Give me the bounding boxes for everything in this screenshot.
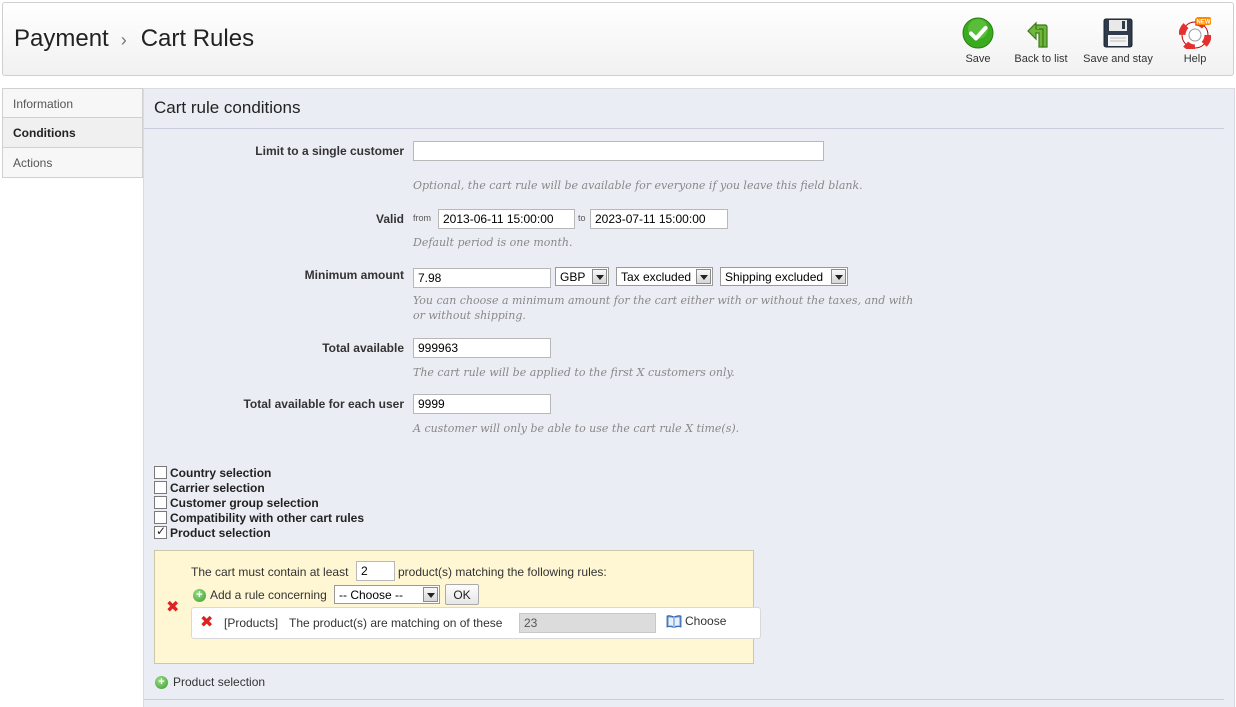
tax-select[interactable]: Tax excluded bbox=[616, 267, 713, 286]
page-header: Payment › Cart Rules Save Back to list S… bbox=[2, 2, 1234, 76]
minimum-amount-input[interactable] bbox=[413, 268, 551, 288]
customer-group-checkbox[interactable] bbox=[154, 496, 167, 509]
choose-label: Choose bbox=[685, 614, 727, 628]
product-rule-row: ✖ [Products] The product(s) are matching… bbox=[191, 607, 761, 639]
conditions-panel: Cart rule conditions Limit to a single c… bbox=[143, 88, 1235, 707]
tab-information[interactable]: Information bbox=[2, 88, 143, 118]
valid-from-label: from bbox=[413, 213, 431, 223]
remove-rule-group-icon[interactable]: ✖ bbox=[166, 600, 179, 616]
compatibility-checkbox-row[interactable]: Compatibility with other cart rules bbox=[154, 510, 364, 525]
sidebar-tabs: Information Conditions Actions bbox=[2, 88, 143, 178]
help-label: Help bbox=[1183, 53, 1207, 65]
divider bbox=[144, 699, 1224, 700]
tab-actions[interactable]: Actions bbox=[2, 148, 143, 178]
breadcrumb-separator-icon: › bbox=[120, 29, 127, 50]
tax-value: Tax excluded bbox=[621, 270, 692, 284]
limit-customer-input[interactable] bbox=[413, 141, 824, 161]
valid-to-label: to bbox=[578, 213, 586, 223]
total-per-user-input[interactable] bbox=[413, 394, 551, 414]
add-product-selection-label: Product selection bbox=[173, 675, 266, 689]
rule-type-value: -- Choose -- bbox=[339, 588, 404, 602]
add-rule-icon[interactable]: + bbox=[193, 589, 206, 602]
panel-title: Cart rule conditions bbox=[154, 98, 301, 117]
limit-customer-label: Limit to a single customer bbox=[255, 144, 404, 158]
compatibility-checkbox[interactable] bbox=[154, 511, 167, 524]
shipping-value: Shipping excluded bbox=[725, 270, 824, 284]
product-quantity-input[interactable] bbox=[356, 561, 395, 581]
page-title: Cart Rules bbox=[140, 25, 255, 52]
minimum-amount-hint-2: or without shipping. bbox=[413, 309, 526, 322]
valid-from-input[interactable] bbox=[438, 209, 575, 229]
currency-select[interactable]: GBP bbox=[555, 267, 609, 286]
breadcrumb-parent[interactable]: Payment bbox=[14, 25, 109, 53]
save-and-stay-button[interactable]: Save and stay bbox=[1082, 17, 1154, 65]
carrier-selection-checkbox-row[interactable]: Carrier selection bbox=[154, 480, 265, 495]
rule-values-input[interactable] bbox=[519, 613, 656, 633]
carrier-selection-label: Carrier selection bbox=[170, 480, 265, 495]
matching-text: product(s) matching the following rules: bbox=[398, 565, 607, 579]
carrier-selection-checkbox[interactable] bbox=[154, 481, 167, 494]
back-to-list-button[interactable]: Back to list bbox=[1013, 17, 1069, 65]
total-per-user-label: Total available for each user bbox=[243, 397, 404, 411]
product-selection-label: Product selection bbox=[170, 525, 271, 540]
book-icon bbox=[666, 614, 682, 628]
save-check-icon bbox=[962, 17, 994, 49]
valid-to-input[interactable] bbox=[590, 209, 728, 229]
shipping-select[interactable]: Shipping excluded bbox=[720, 267, 848, 286]
customer-group-checkbox-row[interactable]: Customer group selection bbox=[154, 495, 319, 510]
product-selection-checkbox-row[interactable]: Product selection bbox=[154, 524, 271, 540]
floppy-disk-icon bbox=[1102, 17, 1134, 49]
tab-conditions[interactable]: Conditions bbox=[2, 118, 143, 148]
valid-hint: Default period is one month. bbox=[413, 236, 573, 249]
rule-type-select[interactable]: -- Choose -- bbox=[334, 585, 440, 604]
add-rule-label: Add a rule concerning bbox=[210, 588, 327, 602]
chevron-down-icon bbox=[831, 269, 846, 284]
limit-customer-hint: Optional, the cart rule will be availabl… bbox=[413, 179, 863, 192]
rule-description: The product(s) are matching on of these bbox=[289, 616, 503, 630]
breadcrumb: Payment › Cart Rules bbox=[14, 25, 254, 53]
new-badge: NEW bbox=[1197, 20, 1211, 26]
country-selection-checkbox[interactable] bbox=[154, 466, 167, 479]
back-label: Back to list bbox=[1014, 53, 1068, 65]
total-available-input[interactable] bbox=[413, 338, 551, 358]
remove-rule-icon[interactable]: ✖ bbox=[200, 615, 213, 631]
add-product-selection-icon: + bbox=[155, 675, 168, 689]
save-and-stay-label: Save and stay bbox=[1083, 53, 1153, 65]
customer-group-label: Customer group selection bbox=[170, 495, 319, 510]
must-contain-text: The cart must contain at least bbox=[191, 565, 349, 579]
rule-type-tag: [Products] bbox=[224, 616, 279, 630]
chevron-down-icon bbox=[696, 269, 711, 284]
ok-button[interactable]: OK bbox=[445, 584, 479, 605]
currency-value: GBP bbox=[560, 270, 586, 284]
total-available-hint: The cart rule will be applied to the fir… bbox=[413, 366, 735, 379]
compatibility-label: Compatibility with other cart rules bbox=[170, 510, 365, 525]
divider bbox=[144, 128, 1224, 129]
valid-label: Valid bbox=[375, 212, 404, 226]
back-arrow-icon bbox=[1025, 17, 1057, 49]
help-button[interactable]: NEW Help bbox=[1177, 17, 1213, 65]
save-label: Save bbox=[965, 53, 991, 65]
country-selection-checkbox-row[interactable]: Country selection bbox=[154, 465, 271, 480]
minimum-amount-hint-1: You can choose a minimum amount for the … bbox=[413, 294, 914, 307]
total-per-user-hint: A customer will only be able to use the … bbox=[413, 422, 740, 435]
chevron-down-icon bbox=[592, 269, 607, 284]
country-selection-label: Country selection bbox=[170, 465, 272, 480]
add-product-selection-button[interactable]: + Product selection bbox=[155, 675, 265, 689]
product-rule-group: ✖ The cart must contain at least product… bbox=[154, 550, 761, 664]
choose-button[interactable]: Choose bbox=[666, 614, 726, 628]
product-selection-checkbox[interactable] bbox=[154, 524, 167, 539]
lifebuoy-icon: NEW bbox=[1178, 17, 1212, 52]
save-button[interactable]: Save bbox=[956, 17, 1000, 65]
minimum-amount-label: Minimum amount bbox=[304, 268, 404, 282]
total-available-label: Total available bbox=[322, 341, 404, 355]
chevron-down-icon bbox=[423, 587, 438, 602]
